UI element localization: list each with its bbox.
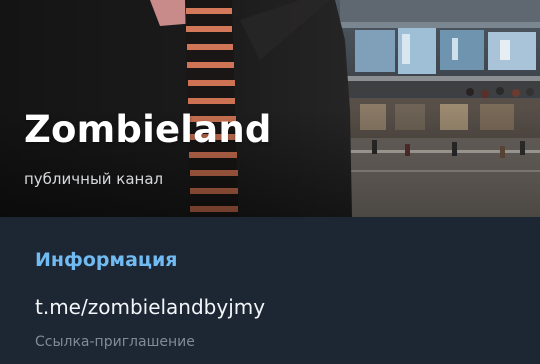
invite-link[interactable]: t.me/zombielandbyjmy (35, 293, 265, 321)
info-section: Информация t.me/zombielandbyjmy Ссылка-п… (0, 217, 540, 364)
invite-link-caption: Ссылка-приглашение (35, 334, 195, 350)
channel-info-screen: Zombieland публичный канал Информация t.… (0, 0, 540, 364)
channel-title: Zombieland (24, 108, 272, 151)
channel-type-label: публичный канал (24, 170, 164, 188)
channel-cover: Zombieland публичный канал (0, 0, 540, 217)
info-section-header: Информация (35, 249, 178, 271)
